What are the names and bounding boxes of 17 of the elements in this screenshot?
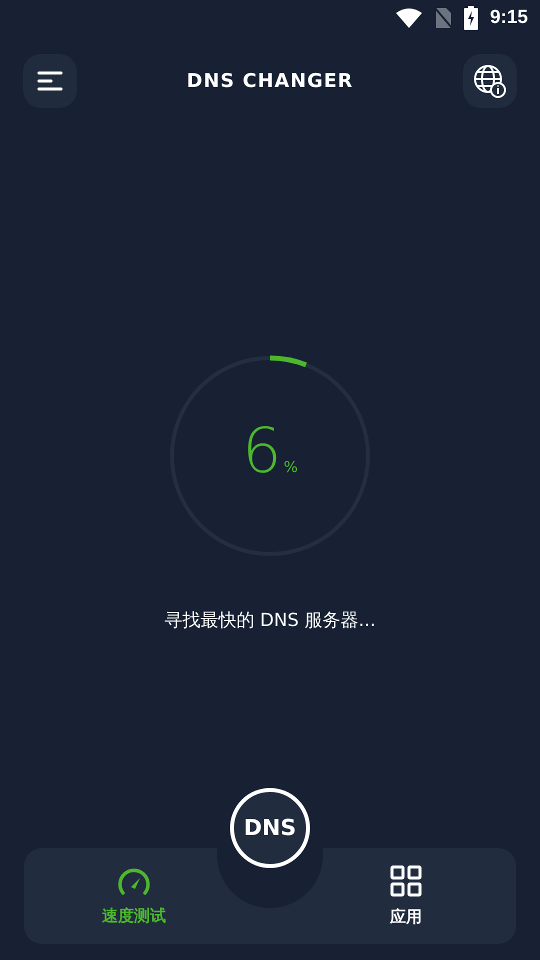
nav-tab[interactable]: 应用 <box>356 848 456 944</box>
globe-info-icon <box>472 64 507 98</box>
no-sim-icon <box>434 7 452 29</box>
progress-unit: % <box>284 458 298 476</box>
battery-charging-icon <box>464 6 478 30</box>
globe-info-button[interactable] <box>462 54 517 108</box>
app-title: DNS CHANGER <box>186 70 354 92</box>
progress-value: 6 <box>242 420 282 482</box>
menu-icon <box>37 70 63 92</box>
wifi-icon <box>396 8 422 28</box>
grid-icon <box>390 864 422 896</box>
nav-tab[interactable]: 速度测试 <box>84 848 184 944</box>
status-time: 9:15 <box>490 7 528 29</box>
dns-button[interactable]: DNS <box>230 788 310 868</box>
speedometer-icon <box>116 866 152 896</box>
menu-button[interactable] <box>23 54 77 108</box>
status-message: 寻找最快的 DNS 服务器... <box>163 609 377 632</box>
